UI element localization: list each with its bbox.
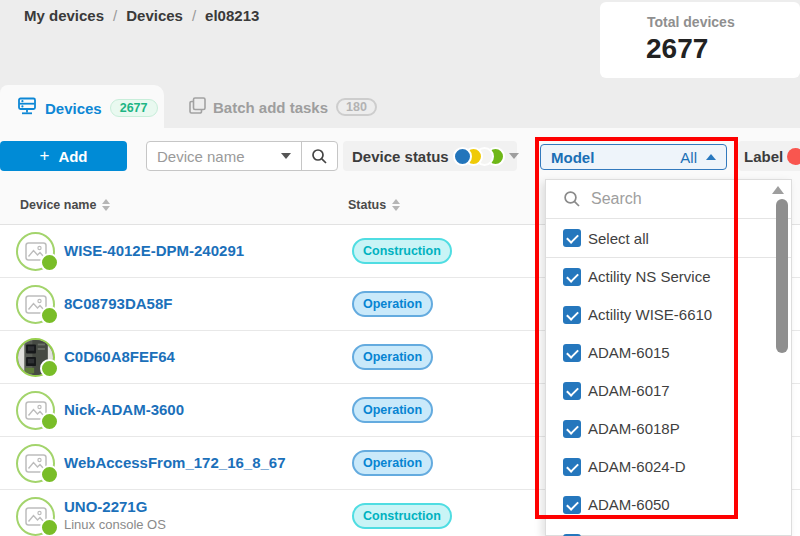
device-name-link[interactable]: C0D60A8FEF64 bbox=[64, 348, 175, 365]
label-color-dot bbox=[787, 148, 800, 165]
breadcrumb-item[interactable]: el08213 bbox=[205, 7, 259, 24]
plus-icon: + bbox=[39, 146, 49, 166]
total-devices-card: Total devices 2677 bbox=[600, 2, 800, 78]
label-filter[interactable]: Label bbox=[738, 141, 800, 171]
tab-devices[interactable]: Devices 2677 bbox=[0, 85, 164, 129]
tab-batch-count-badge: 180 bbox=[336, 98, 377, 116]
column-header-device-name[interactable]: Device name bbox=[20, 198, 110, 212]
online-status-dot bbox=[40, 518, 59, 536]
online-status-dot bbox=[40, 253, 59, 272]
status-dots bbox=[453, 147, 505, 166]
breadcrumb-item[interactable]: Devices bbox=[126, 7, 183, 24]
status-badge: Operation bbox=[352, 450, 433, 476]
tab-devices-count-badge: 2677 bbox=[110, 99, 158, 117]
tab-batch-add-tasks[interactable]: Batch add tasks 180 bbox=[189, 85, 377, 129]
breadcrumb-item[interactable]: My devices bbox=[24, 7, 104, 24]
status-badge: Construction bbox=[352, 503, 452, 529]
status-badge: Operation bbox=[352, 344, 433, 370]
device-name-link[interactable]: UNO-2271G bbox=[64, 498, 147, 515]
device-name-search-combo[interactable]: Device name bbox=[146, 141, 338, 171]
add-button-label: Add bbox=[58, 148, 87, 165]
breadcrumb-separator: / bbox=[113, 7, 117, 24]
status-dot bbox=[453, 147, 472, 166]
tab-batch-label: Batch add tasks bbox=[213, 99, 328, 116]
chevron-down-icon bbox=[509, 153, 519, 159]
scrollbar-thumb[interactable] bbox=[776, 199, 788, 353]
batch-tasks-icon bbox=[189, 97, 206, 118]
model-option[interactable]: ADAM-6051 bbox=[546, 524, 791, 536]
annotation-highlight-box bbox=[535, 137, 738, 519]
chevron-down-icon[interactable] bbox=[281, 153, 291, 159]
online-status-dot bbox=[40, 412, 59, 431]
online-status-dot bbox=[40, 306, 59, 325]
device-name-link[interactable]: WebAccessFrom_172_16_8_67 bbox=[64, 454, 286, 471]
device-name-link[interactable]: 8C08793DA58F bbox=[64, 295, 172, 312]
device-name-link[interactable]: WISE-4012E-DPM-240291 bbox=[64, 242, 244, 259]
breadcrumb-separator: / bbox=[192, 7, 196, 24]
sort-icon[interactable] bbox=[102, 199, 110, 211]
sort-icon[interactable] bbox=[392, 199, 400, 211]
column-header-status[interactable]: Status bbox=[348, 198, 400, 212]
device-status-filter[interactable]: Device status bbox=[343, 141, 517, 171]
device-subtitle: Linux console OS bbox=[64, 517, 166, 532]
online-status-dot bbox=[40, 465, 59, 484]
search-icon bbox=[311, 148, 328, 165]
add-button[interactable]: + Add bbox=[0, 141, 127, 171]
scroll-up-icon[interactable] bbox=[772, 186, 784, 194]
tab-devices-label: Devices bbox=[45, 100, 102, 117]
devices-icon bbox=[17, 96, 37, 120]
total-devices-value: 2677 bbox=[646, 33, 708, 65]
status-badge: Operation bbox=[352, 291, 433, 317]
search-button[interactable] bbox=[302, 148, 337, 165]
online-status-dot bbox=[40, 359, 59, 378]
total-devices-label: Total devices bbox=[647, 14, 735, 30]
label-filter-label: Label bbox=[744, 148, 783, 165]
device-status-label: Device status bbox=[352, 148, 449, 165]
device-name-link[interactable]: Nick-ADAM-3600 bbox=[64, 401, 184, 418]
breadcrumb: My devices / Devices / el08213 bbox=[24, 7, 259, 24]
device-name-input[interactable]: Device name bbox=[157, 148, 281, 165]
status-badge: Operation bbox=[352, 397, 433, 423]
status-badge: Construction bbox=[352, 238, 452, 264]
